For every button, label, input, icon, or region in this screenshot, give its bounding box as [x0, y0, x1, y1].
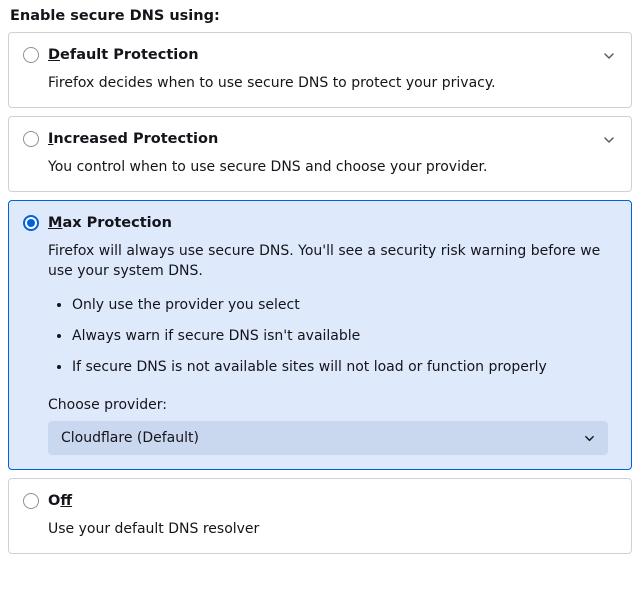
option-default-protection[interactable]: Default Protection Firefox decides when …: [8, 32, 632, 108]
chevron-down-icon: [584, 433, 595, 444]
option-max-label: Max Protection: [48, 213, 617, 233]
option-max-protection[interactable]: Max Protection Firefox will always use s…: [8, 200, 632, 470]
radio-default[interactable]: [23, 47, 39, 63]
provider-select[interactable]: Cloudflare (Default): [48, 421, 608, 455]
radio-off[interactable]: [23, 493, 39, 509]
option-default-desc: Firefox decides when to use secure DNS t…: [48, 73, 592, 93]
radio-max[interactable]: [23, 215, 39, 231]
option-off[interactable]: Off Use your default DNS resolver: [8, 478, 632, 554]
section-heading: Enable secure DNS using:: [10, 8, 632, 24]
option-increased-protection[interactable]: Increased Protection You control when to…: [8, 116, 632, 192]
provider-selected-value: Cloudflare (Default): [61, 430, 199, 446]
bullet-item: If secure DNS is not available sites wil…: [72, 357, 617, 377]
option-increased-label: Increased Protection: [48, 129, 592, 149]
option-max-desc: Firefox will always use secure DNS. You'…: [48, 241, 617, 281]
chevron-down-icon[interactable]: [601, 132, 617, 148]
option-default-label: Default Protection: [48, 45, 592, 65]
provider-label: Choose provider:: [48, 397, 617, 413]
option-off-desc: Use your default DNS resolver: [48, 519, 617, 539]
option-max-bullets: Only use the provider you select Always …: [52, 295, 617, 377]
option-increased-desc: You control when to use secure DNS and c…: [48, 157, 592, 177]
option-off-label: Off: [48, 491, 617, 511]
bullet-item: Always warn if secure DNS isn't availabl…: [72, 326, 617, 346]
radio-increased[interactable]: [23, 131, 39, 147]
chevron-down-icon[interactable]: [601, 48, 617, 64]
bullet-item: Only use the provider you select: [72, 295, 617, 315]
